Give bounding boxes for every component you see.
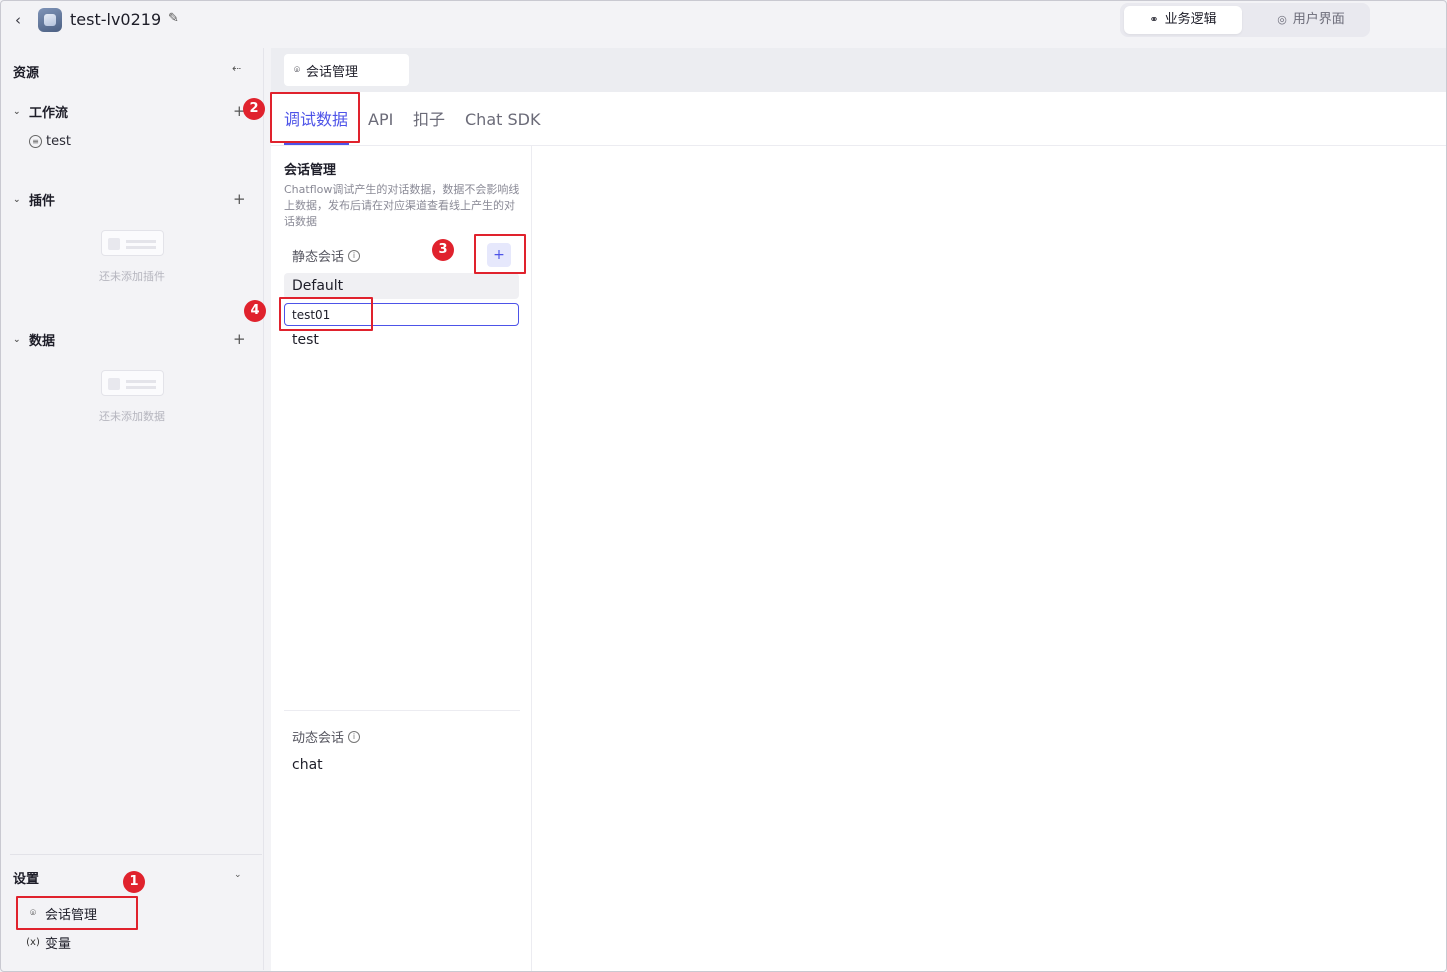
sidebar-divider <box>10 854 262 855</box>
user-interface-label: 用户界面 <box>1292 12 1345 27</box>
empty-data-illustration <box>101 370 164 396</box>
chevron-down-icon: ⌄ <box>13 334 21 345</box>
conversation-icon: ⌾ <box>294 64 300 76</box>
flow-icon: ⚭ <box>1149 13 1159 26</box>
info-icon[interactable]: i <box>348 730 361 743</box>
conversation-icon: ⌾ <box>30 908 36 919</box>
plugins-label: 插件 <box>29 194 56 209</box>
app-title: test-lv0219 <box>70 10 162 29</box>
conversation-item-default[interactable]: Default <box>284 273 519 299</box>
tab-coze[interactable]: 扣子 <box>413 109 445 131</box>
user-interface-tab[interactable]: ◎ 用户界面 <box>1256 6 1366 34</box>
data-group[interactable]: ⌄ 数据 <box>13 330 55 349</box>
annotation-marker-4: 4 <box>244 300 266 322</box>
chevron-down-icon: ⌄ <box>13 106 21 117</box>
variable-icon: (x) <box>26 937 40 948</box>
conversation-panel: 会话管理 Chatflow调试产生的对话数据，数据不会影响线上数据，发布后请在对… <box>271 146 532 971</box>
annotation-marker-1: 1 <box>123 871 145 893</box>
annotation-marker-2: 2 <box>243 98 265 120</box>
sidebar-item-variables[interactable]: (x) 变量 <box>26 933 71 952</box>
conversation-item-chat[interactable]: chat <box>284 752 519 778</box>
resource-sidebar: 资源 ⇠ ⌄ 工作流 + ≡ test ⌄ 插件 + 还未添加插件 ⌄ 数据 +… <box>4 48 264 970</box>
sidebar-item-label: 会话管理 <box>45 908 98 923</box>
collapse-icon[interactable]: ⇠ <box>232 62 241 75</box>
resources-title: 资源 <box>13 66 40 81</box>
top-bar: ‹ test-lv0219 ✎ ⚭ 业务逻辑 ◎ 用户界面 <box>1 1 1446 41</box>
tab-api[interactable]: API <box>368 109 393 131</box>
info-icon[interactable]: i <box>348 249 361 262</box>
annotation-marker-3: 3 <box>432 239 454 261</box>
sidebar-item-conversation-management[interactable]: ⌾ 会话管理 <box>26 904 97 923</box>
active-tab-indicator <box>284 143 349 145</box>
add-plugin-button[interactable]: + <box>233 191 246 207</box>
static-conversations-header: 静态会话 i <box>292 246 361 265</box>
dynamic-conversations-label: 动态会话 <box>292 731 345 746</box>
data-label: 数据 <box>29 334 56 349</box>
chevron-down-icon: ⌄ <box>13 194 21 205</box>
empty-data-text: 还未添加数据 <box>99 410 165 423</box>
content-area: 调试数据 API 扣子 Chat SDK 会话管理 Chatflow调试产生的对… <box>271 92 1446 971</box>
workflow-item-test[interactable]: ≡ test <box>29 134 71 149</box>
new-conversation-name-input[interactable] <box>284 303 519 326</box>
plugins-group[interactable]: ⌄ 插件 <box>13 190 55 209</box>
workflow-group[interactable]: ⌄ 工作流 <box>13 102 68 121</box>
panel-description: Chatflow调试产生的对话数据，数据不会影响线上数据，发布后请在对应渠道查看… <box>284 183 520 228</box>
workflow-label: 工作流 <box>29 106 69 121</box>
conversation-item-test[interactable]: test <box>284 327 519 353</box>
app-logo <box>38 8 62 32</box>
chevron-left-icon[interactable]: ‹ <box>10 10 26 30</box>
editor-tab-strip: ⌾ 会话管理 <box>271 48 1446 92</box>
add-conversation-button[interactable]: + <box>487 243 511 267</box>
dynamic-conversations-header: 动态会话 i <box>292 727 361 746</box>
palette-icon: ◎ <box>1277 13 1287 26</box>
static-conversations-label: 静态会话 <box>292 250 345 265</box>
workflow-item-label: test <box>46 134 71 149</box>
subtab-bar: 调试数据 API 扣子 Chat SDK <box>271 92 1446 146</box>
panel-title: 会话管理 <box>284 163 337 178</box>
panel-divider <box>284 710 520 711</box>
edit-icon[interactable]: ✎ <box>168 11 184 27</box>
sidebar-item-label: 变量 <box>45 937 72 952</box>
business-logic-tab[interactable]: ⚭ 业务逻辑 <box>1124 6 1242 34</box>
mode-switch: ⚭ 业务逻辑 ◎ 用户界面 <box>1120 3 1370 37</box>
business-logic-label: 业务逻辑 <box>1164 12 1217 27</box>
tab-chat-sdk[interactable]: Chat SDK <box>465 109 540 131</box>
chevron-down-icon[interactable]: ⌄ <box>234 870 242 880</box>
settings-title: 设置 <box>13 872 40 887</box>
tab-conversation-management[interactable]: ⌾ 会话管理 <box>284 54 409 86</box>
chat-icon: ≡ <box>29 135 42 148</box>
empty-plugins-text: 还未添加插件 <box>99 270 165 283</box>
tab-debug-data[interactable]: 调试数据 <box>284 109 348 131</box>
app-window: ‹ test-lv0219 ✎ ⚭ 业务逻辑 ◎ 用户界面 资源 ⇠ ⌄ 工作流… <box>0 0 1447 972</box>
tab-label: 会话管理 <box>306 64 359 80</box>
empty-plugins-illustration <box>101 230 164 256</box>
add-data-button[interactable]: + <box>233 331 246 347</box>
